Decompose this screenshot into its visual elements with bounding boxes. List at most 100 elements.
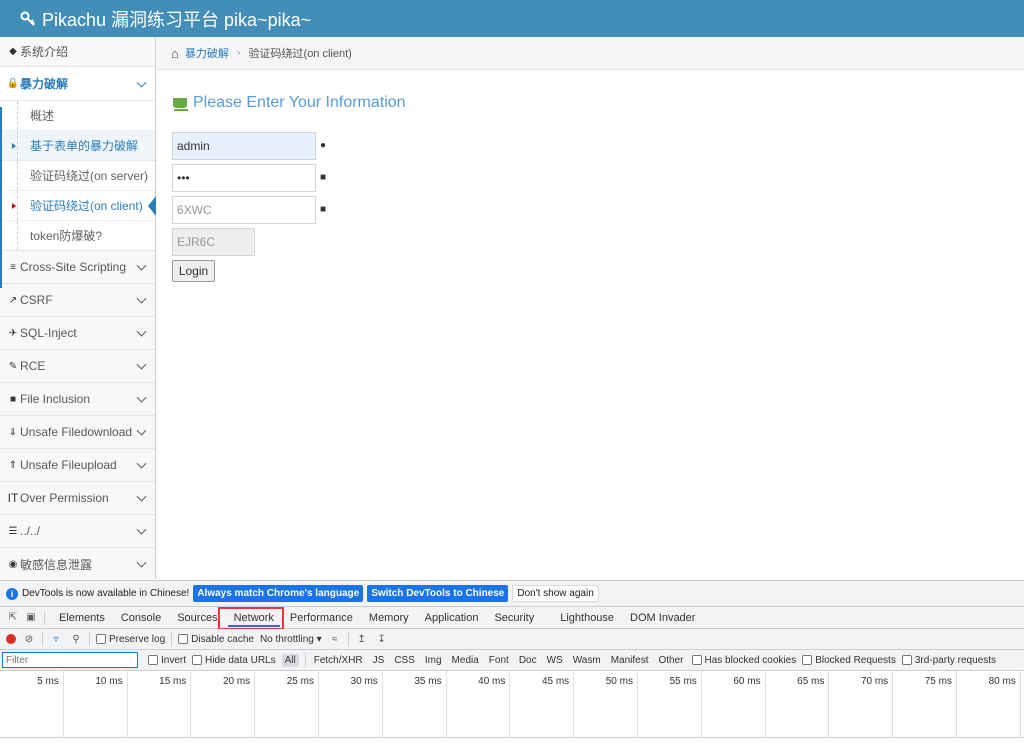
sidebar-item-sqli[interactable]: ✈ SQL-Inject — [0, 317, 155, 350]
sidebar-subitem-label: token防爆破? — [30, 229, 103, 243]
tab-memory[interactable]: Memory — [361, 607, 417, 628]
timeline-tick: 15 ms — [128, 671, 192, 738]
third-party-checkbox[interactable]: 3rd-party requests — [901, 655, 996, 666]
filter-input[interactable]: Filter — [2, 652, 138, 668]
sidebar-item-label: CSRF — [20, 293, 53, 307]
sidebar-subitem-overview[interactable]: 概述 — [0, 101, 155, 131]
type-other[interactable]: Other — [656, 655, 685, 666]
timeline-tick: 35 ms — [383, 671, 447, 738]
tab-security[interactable]: Security — [486, 607, 542, 628]
captcha-input[interactable]: 6XWC — [172, 196, 316, 224]
divider — [44, 610, 45, 625]
plane-icon: ✈ — [8, 327, 18, 339]
app-title: Pikachu 漏洞练习平台 pika~pika~ — [42, 9, 312, 30]
import-har-icon[interactable]: ↥ — [355, 632, 369, 646]
tab-application[interactable]: Application — [417, 607, 487, 628]
sidebar-item-intro[interactable]: ◆ 系统介绍 — [0, 37, 155, 67]
chevron-down-icon — [136, 491, 147, 502]
timeline-tick: 20 ms — [191, 671, 256, 738]
sidebar-item-path-traversal[interactable]: ☰ ../../ — [0, 515, 155, 548]
network-conditions-icon[interactable]: ≈ — [328, 632, 342, 646]
type-js[interactable]: JS — [371, 655, 387, 666]
tab-dom-invader[interactable]: DOM Invader — [622, 607, 703, 628]
timeline-tick: 40 ms — [447, 671, 511, 738]
search-icon[interactable]: ⚲ — [69, 632, 83, 646]
match-language-button[interactable]: Always match Chrome's language — [193, 585, 364, 602]
divider — [347, 632, 349, 646]
dont-show-button[interactable]: Don't show again — [512, 585, 599, 602]
sidebar-item-info-leak[interactable]: ◉ 敏感信息泄露 — [0, 548, 155, 581]
type-img[interactable]: Img — [423, 655, 444, 666]
type-fetch-xhr[interactable]: Fetch/XHR — [312, 655, 365, 666]
chevron-down-icon — [136, 557, 147, 568]
invert-checkbox[interactable]: Invert — [148, 655, 186, 666]
type-wasm[interactable]: Wasm — [571, 655, 603, 666]
inspect-icon[interactable]: ⇱ — [6, 611, 20, 625]
pencil-icon: ✎ — [8, 360, 18, 372]
username-input[interactable]: admin — [172, 132, 316, 160]
device-toolbar-icon[interactable]: ▣ — [24, 611, 38, 625]
type-font[interactable]: Font — [487, 655, 511, 666]
tab-lighthouse[interactable]: Lighthouse — [552, 607, 622, 628]
type-css[interactable]: CSS — [392, 655, 417, 666]
sidebar-subitem-form-bruteforce[interactable]: 基于表单的暴力破解 — [0, 131, 155, 161]
type-ws[interactable]: WS — [545, 655, 565, 666]
chevron-down-icon — [136, 425, 147, 436]
logo[interactable]: Pikachu 漏洞练习平台 pika~pika~ — [20, 6, 311, 32]
chevron-down-icon — [136, 458, 147, 469]
download-icon: ⇓ — [8, 426, 18, 438]
active-indicator — [0, 107, 2, 288]
list-icon: ≡ — [10, 261, 16, 273]
sidebar-item-rce[interactable]: ✎ RCE — [0, 350, 155, 383]
breadcrumb-separator: › — [236, 47, 241, 59]
type-doc[interactable]: Doc — [517, 655, 539, 666]
sidebar-item-label: 暴力破解 — [20, 77, 69, 91]
type-media[interactable]: Media — [450, 655, 481, 666]
sidebar-item-file-inclusion[interactable]: ■ File Inclusion — [0, 383, 155, 416]
type-manifest[interactable]: Manifest — [609, 655, 651, 666]
key-icon — [20, 11, 35, 26]
sidebar-subitem-captcha-client[interactable]: 验证码绕过(on client) — [0, 191, 155, 221]
sidebar-item-fileupload[interactable]: ⇑ Unsafe Fileupload — [0, 449, 155, 482]
export-har-icon[interactable]: ↧ — [375, 632, 389, 646]
breadcrumb-current: 验证码绕过(on client) — [248, 48, 352, 60]
tab-elements[interactable]: Elements — [51, 607, 113, 628]
sidebar-item-csrf[interactable]: ↗ CSRF — [0, 284, 155, 317]
chevron-down-icon — [136, 293, 147, 304]
throttling-select[interactable]: No throttling ▾ — [260, 634, 322, 645]
filter-icon[interactable]: ▿ — [49, 632, 63, 646]
info-icon: i — [6, 587, 18, 600]
clear-icon[interactable]: ⊘ — [22, 632, 36, 646]
caret-right-icon — [12, 202, 16, 209]
disable-cache-checkbox[interactable]: Disable cache — [178, 634, 254, 645]
breadcrumb-link[interactable]: 暴力破解 — [185, 45, 229, 61]
type-all[interactable]: All — [281, 653, 299, 667]
tag-icon: ◆ — [9, 46, 17, 57]
sidebar-subitem-token[interactable]: token防爆破? — [0, 221, 155, 251]
main-content: Please Enter Your Information admin ● ••… — [157, 70, 1024, 579]
sidebar-subitem-captcha-server[interactable]: 验证码绕过(on server) — [0, 161, 155, 191]
preserve-log-checkbox[interactable]: Preserve log — [96, 634, 165, 645]
chevron-down-icon — [136, 359, 147, 370]
switch-chinese-button[interactable]: Switch DevTools to Chinese — [367, 585, 509, 602]
tab-performance[interactable]: Performance — [282, 607, 361, 628]
login-button[interactable]: Login — [172, 260, 215, 282]
sidebar-item-xss[interactable]: ≡ Cross-Site Scripting — [0, 251, 155, 284]
hide-data-urls-checkbox[interactable]: Hide data URLs — [192, 655, 276, 666]
timeline-tick: 30 ms — [319, 671, 383, 738]
sidebar-item-filedownload[interactable]: ⇓ Unsafe Filedownload — [0, 416, 155, 449]
home-icon[interactable]: ⌂ — [171, 46, 179, 61]
sidebar-item-over-permission[interactable]: IT Over Permission — [0, 482, 155, 515]
password-input[interactable]: ••• — [172, 164, 316, 192]
timeline-tick: 50 ms — [574, 671, 638, 738]
file-icon: ■ — [9, 393, 17, 405]
timeline-tick: 55 ms — [638, 671, 702, 738]
requests-area — [0, 738, 1024, 747]
tab-console[interactable]: Console — [113, 607, 169, 628]
sidebar: ◆ 系统介绍 🔒 暴力破解 概述 基于表单的暴力破解 验证码绕过(on server… — [0, 37, 156, 581]
record-icon[interactable] — [6, 634, 16, 644]
captcha-code[interactable]: EJR6C — [172, 228, 255, 256]
blocked-requests-checkbox[interactable]: Blocked Requests — [802, 655, 896, 666]
blocked-cookies-checkbox[interactable]: Has blocked cookies — [691, 655, 796, 666]
sidebar-item-bruteforce[interactable]: 🔒 暴力破解 — [0, 67, 155, 101]
